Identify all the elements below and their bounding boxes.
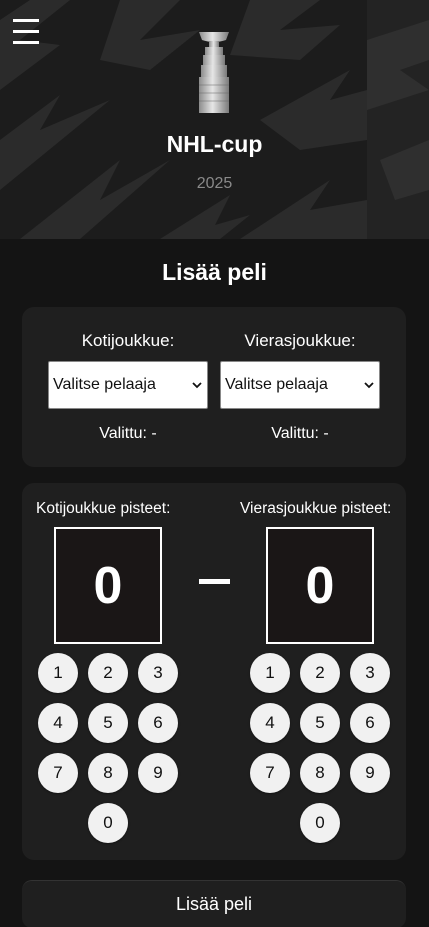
away-selected-text: Valittu: -: [271, 425, 329, 442]
away-key-8[interactable]: 8: [300, 753, 340, 793]
away-key-4[interactable]: 4: [250, 703, 290, 743]
home-key-6[interactable]: 6: [138, 703, 178, 743]
home-key-8[interactable]: 8: [88, 753, 128, 793]
home-key-1[interactable]: 1: [38, 653, 78, 693]
away-key-5[interactable]: 5: [300, 703, 340, 743]
chevron-down-icon: [364, 382, 374, 389]
away-key-7[interactable]: 7: [250, 753, 290, 793]
away-key-3[interactable]: 3: [350, 653, 390, 693]
home-selected-text: Valittu: -: [99, 425, 157, 442]
scores-card: Kotijoukkue pisteet: Vierasjoukkue piste…: [22, 483, 406, 860]
add-game-button[interactable]: Lisää peli: [22, 880, 406, 927]
home-key-2[interactable]: 2: [88, 653, 128, 693]
away-key-9[interactable]: 9: [350, 753, 390, 793]
away-score-display: 0: [266, 527, 374, 644]
away-key-6[interactable]: 6: [350, 703, 390, 743]
away-key-0[interactable]: 0: [300, 803, 340, 843]
home-player-select[interactable]: Valitse pelaaja: [48, 361, 208, 409]
home-key-0[interactable]: 0: [88, 803, 128, 843]
home-team-label: Kotijoukkue:: [81, 331, 175, 350]
home-key-3[interactable]: 3: [138, 653, 178, 693]
score-separator: [199, 579, 230, 584]
menu-button[interactable]: [13, 17, 40, 45]
tournament-title: NHL-cup: [166, 131, 263, 157]
away-player-select[interactable]: Valitse pelaaja: [220, 361, 380, 409]
home-key-5[interactable]: 5: [88, 703, 128, 743]
hero-banner: NHL-cup 2025: [0, 0, 429, 239]
away-key-2[interactable]: 2: [300, 653, 340, 693]
home-score-label: Kotijoukkue pisteet:: [36, 500, 171, 517]
tournament-year: 2025: [196, 175, 233, 192]
home-key-7[interactable]: 7: [38, 753, 78, 793]
home-select-value: Valitse pelaaja: [53, 376, 156, 393]
stanley-cup-icon: [199, 32, 229, 113]
chevron-down-icon: [192, 382, 202, 389]
teams-card: Kotijoukkue: Valitse pelaaja Valittu: - …: [22, 307, 406, 467]
away-key-1[interactable]: 1: [250, 653, 290, 693]
away-score-label: Vierasjoukkue pisteet:: [240, 500, 392, 517]
home-key-9[interactable]: 9: [138, 753, 178, 793]
home-key-4[interactable]: 4: [38, 703, 78, 743]
add-game-heading: Lisää peli: [162, 259, 267, 285]
away-select-value: Valitse pelaaja: [225, 376, 328, 393]
home-score-display: 0: [54, 527, 162, 644]
away-team-label: Vierasjoukkue:: [244, 331, 356, 350]
